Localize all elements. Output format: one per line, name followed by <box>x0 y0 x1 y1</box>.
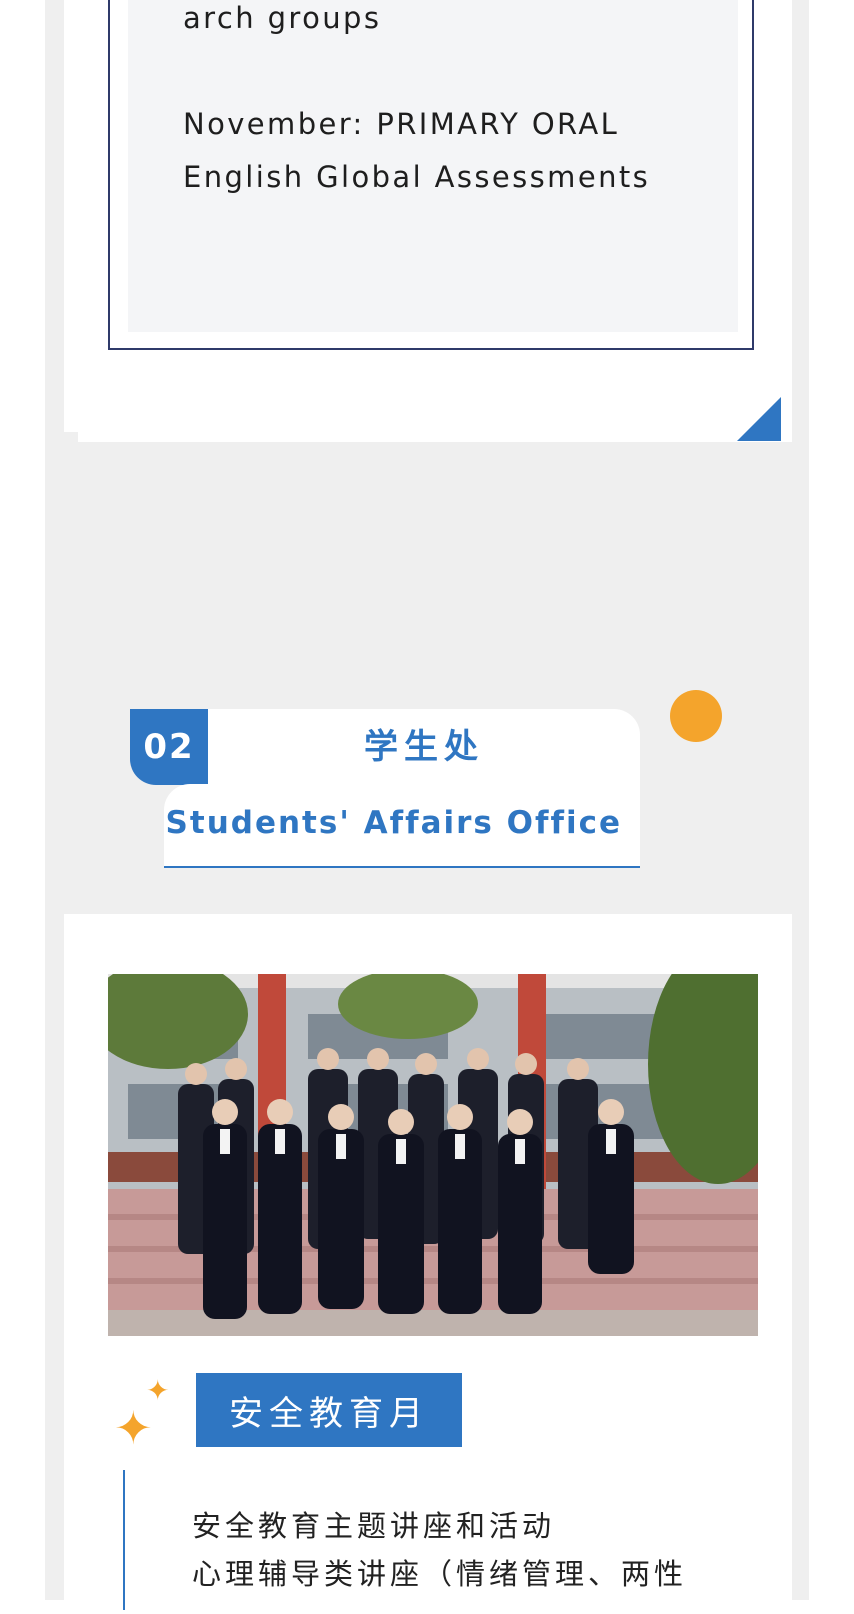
group-photo <box>108 974 758 1336</box>
safety-description: 安全教育主题讲座和活动 心理辅导类讲座（情绪管理、两性 <box>192 1502 687 1598</box>
section-title-cn-box: 学生处 <box>208 709 640 785</box>
orange-circle-icon <box>670 690 722 742</box>
group-photo-illustration <box>108 974 758 1336</box>
card-edge-notch <box>64 432 78 446</box>
section-title-en: Students' Affairs Office <box>165 805 622 841</box>
accent-vertical-line <box>123 1470 125 1610</box>
paragraph-november-assessments: November: PRIMARY ORAL English Global As… <box>183 107 651 194</box>
safety-month-tag: 安全教育月 <box>196 1373 462 1447</box>
section-header: 学生处 02 Students' Affairs Office <box>130 690 730 880</box>
paragraph-research-groups: arch groups <box>183 1 382 35</box>
section-number: 02 <box>130 709 208 785</box>
section-title-en-box: Students' Affairs Office <box>164 784 640 868</box>
sparkle-icon: ✦ <box>114 1401 153 1455</box>
section-title-cn: 学生处 <box>364 727 484 767</box>
safety-line-2: 心理辅导类讲座（情绪管理、两性 <box>192 1557 688 1591</box>
safety-line-1: 安全教育主题讲座和活动 <box>192 1509 556 1543</box>
corner-triangle-icon <box>737 397 781 441</box>
